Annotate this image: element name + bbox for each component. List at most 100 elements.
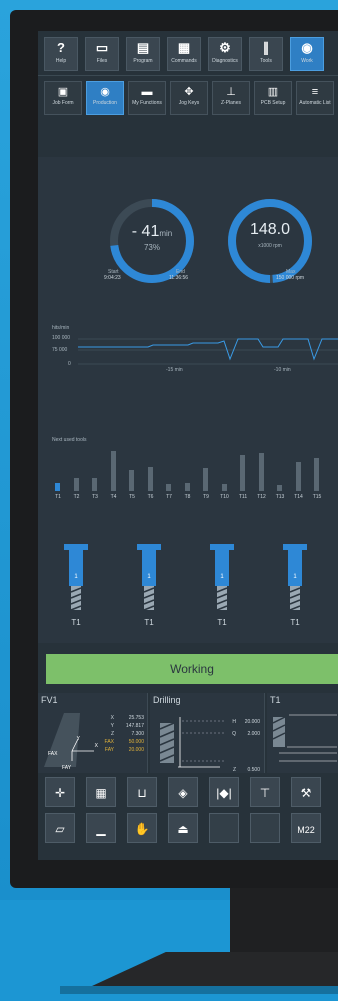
function-key-conveyor[interactable]: ▱ (45, 813, 75, 843)
function-key-m22[interactable]: M22 (291, 813, 321, 843)
tool-usage-label: T9 (203, 494, 209, 500)
drilling-param-label: Z (232, 767, 236, 773)
center-icon: ◈ (178, 786, 188, 800)
t1-panel: T1 (267, 693, 338, 773)
fv1-axis-label: Y (110, 723, 114, 729)
production-panel: - 41min 73% Start 9:04:23 End 11:36:56 1… (38, 157, 338, 643)
hits-chart-title: hits/min (52, 325, 70, 331)
subtoolbar-label: My Functions (132, 100, 162, 106)
tool-length-icon: ⊤ (259, 786, 271, 800)
subtoolbar-label: Automatic List (299, 100, 331, 106)
tool-holder[interactable]: 1 T1 (206, 542, 238, 627)
subtoolbar-job-form-button[interactable]: ▣ Job Form (44, 81, 82, 115)
next-tools-labels: T1 T2 T3 T4 T5 T6 T7 T8 T9 T10 T11 T12 T13 T14 T15 (52, 494, 338, 502)
tool-number: 1 (220, 574, 224, 580)
hits-tick-0: 0 (68, 361, 71, 367)
time-remaining: - 41 (131, 223, 160, 240)
toolbar-work-button[interactable]: ◉ Work (290, 37, 324, 71)
toolbar-program-button[interactable]: ▤ Program (126, 37, 160, 71)
function-key-crosshair[interactable]: ✛ (45, 777, 75, 807)
subtoolbar-label: Jog Keys (178, 100, 200, 106)
end-time: 11:36:56 (169, 275, 189, 281)
toolbar-divider (38, 75, 338, 76)
tool-number: 1 (147, 574, 151, 580)
function-key-gripper[interactable]: ⊔ (127, 777, 157, 807)
fv1-axis-value: 50.000 (128, 739, 144, 745)
drilling-param-value: 2.000 (247, 731, 260, 737)
hits-marker-15min: -15 min (166, 367, 183, 373)
hits-tick-100000: 100 000 (52, 335, 71, 341)
subtoolbar-z-planes-button[interactable]: ⊥ Z-Planes (212, 81, 250, 115)
percent-unit: % (152, 243, 161, 252)
align-icon: |◆| (216, 786, 232, 800)
list-icon: ≡ (311, 86, 319, 98)
subtoolbar-pcb-setup-button[interactable]: ▥ PCB Setup (254, 81, 292, 115)
function-key-align[interactable]: |◆| (209, 777, 239, 807)
max-value: 150 000 rpm (276, 275, 305, 281)
fv1-axis-value: 7.300 (131, 731, 144, 737)
subtoolbar-my-functions-button[interactable]: ▬ My Functions (128, 81, 166, 115)
function-key-tool-length[interactable]: ⊤ (250, 777, 280, 807)
tool-holder[interactable]: 1 T1 (133, 542, 165, 627)
subtoolbar-production-button[interactable]: ◉ Production (86, 81, 124, 115)
fv1-axis-label: FAX (104, 739, 114, 745)
gripper-icon: ⊔ (137, 786, 147, 800)
empty-function-key[interactable] (209, 813, 239, 843)
fv1-axis-value: 147.817 (125, 723, 144, 729)
subtoolbar-automatic-list-button[interactable]: ≡ Automatic List (296, 81, 334, 115)
tool-usage-bar (129, 470, 134, 491)
tool-usage-label: T5 (129, 494, 135, 500)
fv1-axis-x-label: X (94, 743, 98, 749)
hits-series-line (78, 338, 338, 361)
toolbar-label: Tools (260, 58, 272, 64)
main-toolbar: ? Help ▭ Files ▤ Program ▦ Commands ⚙ Diagnostics… (44, 37, 338, 71)
tool-usage-bar (314, 457, 319, 491)
sub-toolbar: ▣ Job Form ◉ Production ▬ My Functions ✥ Jog Ke… (44, 81, 338, 115)
pcb-icon: ▥ (267, 86, 279, 98)
drilling-param-label: Q (232, 731, 236, 737)
fv1-panel: FV1 X Y FAX FAY X 25.753 Y 147.817 Z 7.300 FAX… (38, 693, 148, 773)
function-key-machine[interactable]: ▦ (86, 777, 116, 807)
function-key-wrench[interactable]: ⚒ (291, 777, 321, 807)
function-key-center[interactable]: ◈ (168, 777, 198, 807)
fv1-axis-value: 25.753 (128, 715, 144, 721)
toolbar-diagnostics-button[interactable]: ⚙ Diagnostics (208, 37, 242, 71)
tool-usage-bar (258, 453, 264, 491)
tool-usage-label: T11 (238, 494, 248, 500)
function-key-hand[interactable]: ✋ (127, 813, 157, 843)
fv1-axis-label: X (110, 715, 114, 721)
toolbar-commands-button[interactable]: ▦ Commands (167, 37, 201, 71)
toolbar-tools-button[interactable]: ∥ Tools (249, 37, 283, 71)
time-unit: min (159, 229, 173, 238)
fv1-title: FV1 (41, 695, 58, 705)
tool-usage-label: T7 (166, 494, 172, 500)
drilling-param-value: 20.000 (244, 719, 260, 725)
subtoolbar-jog-keys-button[interactable]: ✥ Jog Keys (170, 81, 208, 115)
fv1-fay-label: FAY (62, 765, 72, 771)
toolbar-help-button[interactable]: ? Help (44, 37, 78, 71)
tool-label: T1 (290, 618, 300, 627)
production-icon: ◉ (100, 86, 110, 98)
tool-usage-label: T3 (92, 494, 98, 500)
function-key-eject[interactable]: ⏏ (168, 813, 198, 843)
drilling-panel: Drilling H 20.000 Q 2.000 Z 0.500 (150, 693, 265, 773)
tool-holder[interactable]: 1 T1 (279, 542, 311, 627)
tool-label: T1 (144, 618, 154, 627)
next-tools-bars (52, 449, 338, 491)
empty-function-key[interactable] (250, 813, 280, 843)
tool-holder[interactable]: 1 T1 (60, 542, 92, 627)
subtoolbar-label: Z-Planes (220, 100, 241, 106)
screen: ? Help ▭ Files ▤ Program ▦ Commands ⚙ Diagnostics… (38, 31, 338, 860)
eject-icon: ⏏ (177, 822, 189, 836)
toolbar-files-button[interactable]: ▭ Files (85, 37, 119, 71)
function-key-table[interactable]: ▁ (86, 813, 116, 843)
tool-usage-label: T10 (220, 494, 229, 500)
tool-usage-bar (166, 484, 171, 491)
tool-usage-label: T1 (55, 494, 61, 500)
tool-usage-bar (240, 455, 245, 491)
machine-icon: ▦ (95, 786, 107, 800)
tool-usage-bar (92, 478, 97, 491)
m22-icon: M22 (297, 825, 315, 835)
fv1-axis-label: Z (110, 731, 114, 737)
zplanes-icon: ⊥ (226, 86, 236, 98)
